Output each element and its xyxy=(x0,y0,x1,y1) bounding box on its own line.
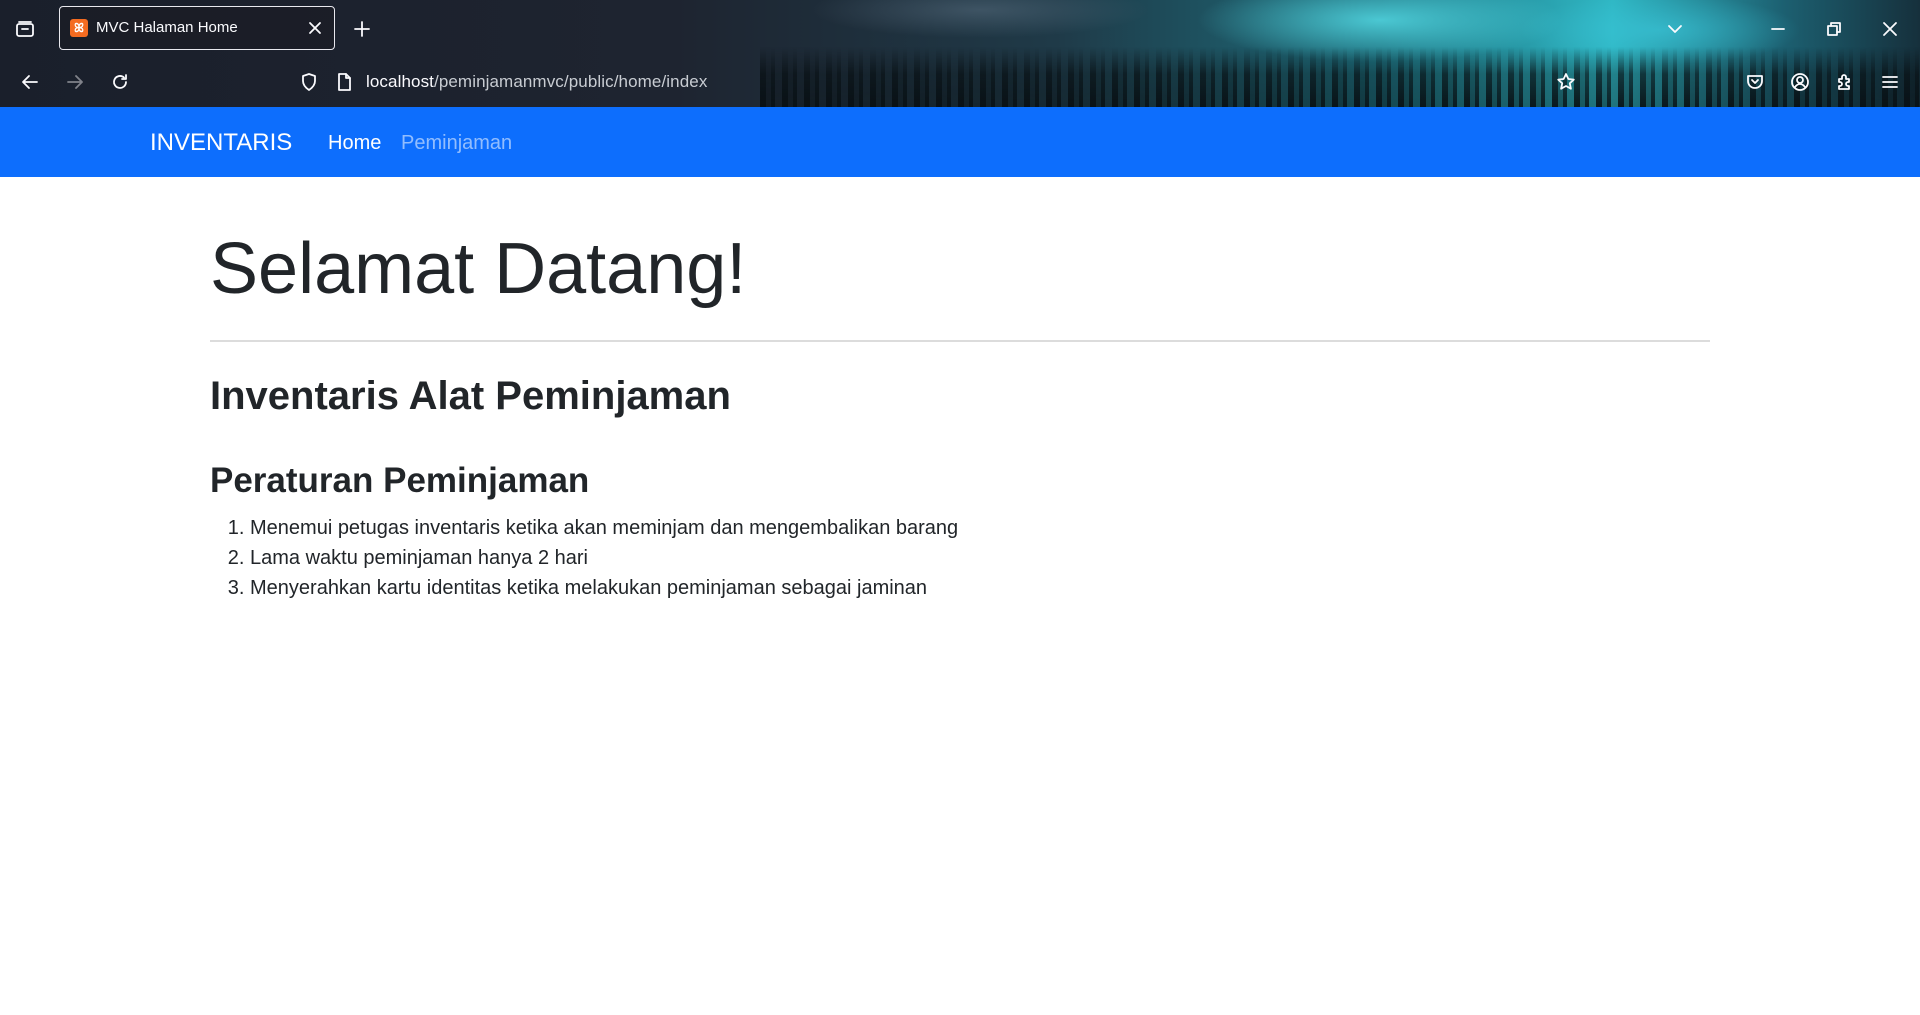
forward-icon[interactable] xyxy=(62,69,88,95)
tab-list-icon[interactable] xyxy=(12,17,38,41)
nav-link-home[interactable]: Home xyxy=(328,132,381,155)
browser-chrome: ꕤ MVC Halaman Home localhost/peminjamanm… xyxy=(0,0,1920,107)
star-icon[interactable] xyxy=(1553,69,1579,95)
minimize-icon[interactable] xyxy=(1766,17,1790,41)
restore-icon[interactable] xyxy=(1822,17,1846,41)
account-icon[interactable] xyxy=(1787,69,1813,95)
list-item: Menemui petugas inventaris ketika akan m… xyxy=(250,513,958,543)
navigation-toolbar: localhost/peminjamanmvc/public/home/inde… xyxy=(0,58,1920,105)
chevron-down-icon[interactable] xyxy=(1663,17,1687,41)
close-tab-icon[interactable] xyxy=(306,19,324,37)
site-navbar: INVENTARIS Home Peminjaman xyxy=(0,107,1920,177)
welcome-heading: Selamat Datang! xyxy=(210,229,747,309)
close-icon[interactable] xyxy=(1878,17,1902,41)
list-item: Lama waktu peminjaman hanya 2 hari xyxy=(250,543,958,573)
browser-tab-active[interactable]: ꕤ MVC Halaman Home xyxy=(59,6,335,50)
list-item: Menyerahkan kartu identitas ketika melak… xyxy=(250,573,958,603)
divider xyxy=(210,340,1710,342)
pocket-icon[interactable] xyxy=(1742,69,1768,95)
reload-icon[interactable] xyxy=(107,69,133,95)
rules-list: Menemui petugas inventaris ketika akan m… xyxy=(250,513,958,603)
menu-icon[interactable] xyxy=(1877,69,1903,95)
tab-title: MVC Halaman Home xyxy=(96,19,238,36)
page-subtitle: Inventaris Alat Peminjaman xyxy=(210,374,731,418)
page-icon[interactable] xyxy=(331,69,357,95)
back-icon[interactable] xyxy=(17,69,43,95)
navbar-brand[interactable]: INVENTARIS xyxy=(150,129,292,157)
xampp-favicon-icon: ꕤ xyxy=(70,19,88,37)
nav-link-peminjaman[interactable]: Peminjaman xyxy=(401,132,512,155)
rules-title: Peraturan Peminjaman xyxy=(210,461,590,500)
url-bar[interactable]: localhost/peminjamanmvc/public/home/inde… xyxy=(366,72,707,92)
url-host: localhost xyxy=(366,72,434,91)
shield-icon[interactable] xyxy=(296,69,322,95)
url-path: /peminjamanmvc/public/home/index xyxy=(434,72,708,91)
new-tab-icon[interactable] xyxy=(350,17,374,41)
extensions-icon[interactable] xyxy=(1832,69,1858,95)
